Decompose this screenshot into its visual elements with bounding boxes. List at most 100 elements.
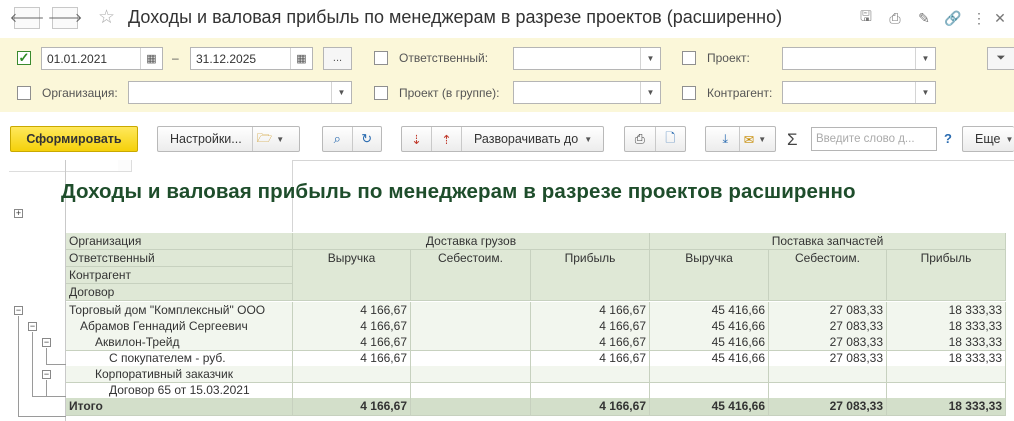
- sort-desc-icon[interactable]: ⇣: [402, 132, 431, 147]
- period-checkbox[interactable]: ✓: [17, 51, 31, 65]
- value-cell: 4 166,67: [531, 302, 650, 319]
- period-select-button[interactable]: ...: [323, 47, 352, 70]
- more-vertical-icon[interactable]: ⋮: [969, 8, 989, 28]
- title-bar: 🡐 🡒 ☆ Доходы и валовая прибыль по менедж…: [0, 0, 1014, 36]
- print-preview-icon[interactable]: 🗋: [656, 129, 686, 150]
- variants-icon: 🗁: [256, 130, 273, 145]
- collapse-icon[interactable]: −: [42, 370, 51, 379]
- value-cell: [411, 318, 531, 335]
- value-cell: [769, 366, 887, 383]
- table-row[interactable]: С покупателем - руб. 4 166,67 4 166,67 4…: [66, 350, 1006, 367]
- arrow-right-icon: 🡒: [47, 10, 83, 25]
- header-row-2: Ответственный Контрагент Договор Выручка…: [66, 250, 1006, 301]
- value-cell: 4 166,67: [293, 302, 411, 319]
- collapse-icon[interactable]: −: [28, 322, 37, 331]
- row-header: Ответственный: [66, 250, 293, 267]
- period-from-value: 01.01.2021: [47, 52, 108, 66]
- expand-to-button[interactable]: Разворачивать до: [462, 132, 584, 146]
- forward-button[interactable]: 🡒: [48, 7, 82, 29]
- filter-settings-button[interactable]: ⏷: [987, 47, 1014, 70]
- project-group-label: Проект (в группе):: [399, 86, 500, 100]
- value-cell: 18 333,33: [887, 302, 1006, 319]
- help-icon[interactable]: ?: [944, 131, 952, 146]
- chevron-down-icon[interactable]: ▼: [331, 82, 351, 103]
- close-icon[interactable]: ✕: [990, 8, 1010, 28]
- value-cell: [411, 366, 531, 383]
- organization-label: Организация:: [42, 86, 118, 100]
- value-cell: [411, 350, 531, 367]
- expand-group: ⇣ ⇡ Разворачивать до ▼: [401, 126, 604, 152]
- value-cell: [531, 366, 650, 383]
- project-field[interactable]: ▼: [782, 47, 936, 70]
- value-cell: [650, 382, 769, 399]
- print-icon[interactable]: ⎙: [625, 132, 655, 147]
- project-checkbox[interactable]: [682, 51, 696, 65]
- collapse-icon[interactable]: −: [14, 306, 23, 315]
- collapse-icon[interactable]: −: [42, 338, 51, 347]
- project-group-checkbox[interactable]: [374, 86, 388, 100]
- settings-button[interactable]: Настройки... 🗁 ▼: [157, 126, 300, 152]
- chevron-down-icon[interactable]: ▼: [640, 48, 660, 69]
- find-next-icon[interactable]: ↻: [353, 131, 382, 147]
- responsible-checkbox[interactable]: [374, 51, 388, 65]
- responsible-field[interactable]: ▼: [513, 47, 661, 70]
- total-row[interactable]: Итого 4 166,67 4 166,67 45 416,66 27 083…: [66, 398, 1006, 416]
- table-row[interactable]: Договор 65 от 15.03.2021: [66, 382, 1006, 399]
- total-cell: 27 083,33: [769, 398, 887, 416]
- more-button[interactable]: Еще ▼: [962, 126, 1014, 152]
- link-icon[interactable]: 🔗: [943, 8, 963, 28]
- chevron-down-icon: ▼: [1005, 134, 1014, 144]
- row-label: Аквилон-Трейд: [66, 334, 293, 351]
- chevron-down-icon: ▼: [276, 134, 285, 144]
- table-row[interactable]: Корпоративный заказчик: [66, 366, 1006, 383]
- period-to-field[interactable]: 31.12.2025 ▦: [190, 47, 313, 70]
- back-button[interactable]: 🡐: [10, 7, 44, 29]
- search-input[interactable]: Введите слово д...: [811, 127, 937, 151]
- chevron-down-icon[interactable]: ▼: [640, 82, 660, 103]
- column-header: Прибыль: [887, 250, 1006, 301]
- total-label: Итого: [66, 398, 293, 416]
- favorite-star-icon[interactable]: ☆: [98, 6, 115, 29]
- table-row[interactable]: Торговый дом "Комплексный" ООО 4 166,67 …: [66, 302, 1006, 319]
- generate-button[interactable]: Сформировать: [10, 126, 138, 152]
- print-icon[interactable]: ⎙: [885, 8, 905, 28]
- arrow-left-icon: 🡐: [9, 10, 45, 25]
- table-row[interactable]: Абрамов Геннадий Сергеевич 4 166,67 4 16…: [66, 318, 1006, 335]
- header-row-1: Организация Доставка грузов Поставка зап…: [66, 233, 1006, 250]
- value-cell: 27 083,33: [769, 302, 887, 319]
- save-icon[interactable]: 🖫: [856, 8, 876, 28]
- counterparty-field[interactable]: ▼: [782, 81, 936, 104]
- organization-field[interactable]: ▼: [128, 81, 352, 104]
- total-cell: 45 416,66: [650, 398, 769, 416]
- chevron-down-icon[interactable]: ▼: [915, 82, 935, 103]
- counterparty-checkbox[interactable]: [682, 86, 696, 100]
- calendar-icon[interactable]: ▦: [290, 48, 312, 69]
- value-cell: 45 416,66: [650, 350, 769, 367]
- value-cell: 45 416,66: [650, 318, 769, 335]
- edit-document-icon[interactable]: ✎: [914, 8, 934, 28]
- calendar-icon[interactable]: ▦: [140, 48, 162, 69]
- column-header: Выручка: [293, 250, 411, 301]
- sum-icon[interactable]: Σ: [787, 130, 798, 150]
- project-group-field[interactable]: ▼: [513, 81, 661, 104]
- value-cell: 4 166,67: [531, 318, 650, 335]
- value-cell: [411, 302, 531, 319]
- column-header: Себестоим.: [769, 250, 887, 301]
- settings-label: Настройки...: [170, 132, 242, 146]
- download-icon[interactable]: ⤓: [712, 132, 739, 147]
- value-cell: [887, 366, 1006, 383]
- chevron-down-icon[interactable]: ▼: [915, 48, 935, 69]
- expand-all-icon[interactable]: +: [14, 209, 23, 218]
- search-icon[interactable]: ⌕: [323, 131, 352, 147]
- row-label: Абрамов Геннадий Сергеевич: [66, 318, 293, 335]
- value-cell: 4 166,67: [531, 350, 650, 367]
- period-to-value: 31.12.2025: [196, 52, 257, 66]
- column-header: Себестоим.: [411, 250, 531, 301]
- period-from-field[interactable]: 01.01.2021 ▦: [41, 47, 163, 70]
- value-cell: [769, 382, 887, 399]
- sort-asc-icon[interactable]: ⇡: [432, 132, 461, 147]
- mail-icon[interactable]: ✉: [740, 132, 758, 147]
- value-cell: 4 166,67: [293, 350, 411, 367]
- table-row[interactable]: Аквилон-Трейд 4 166,67 4 166,67 45 416,6…: [66, 334, 1006, 351]
- organization-checkbox[interactable]: [17, 86, 31, 100]
